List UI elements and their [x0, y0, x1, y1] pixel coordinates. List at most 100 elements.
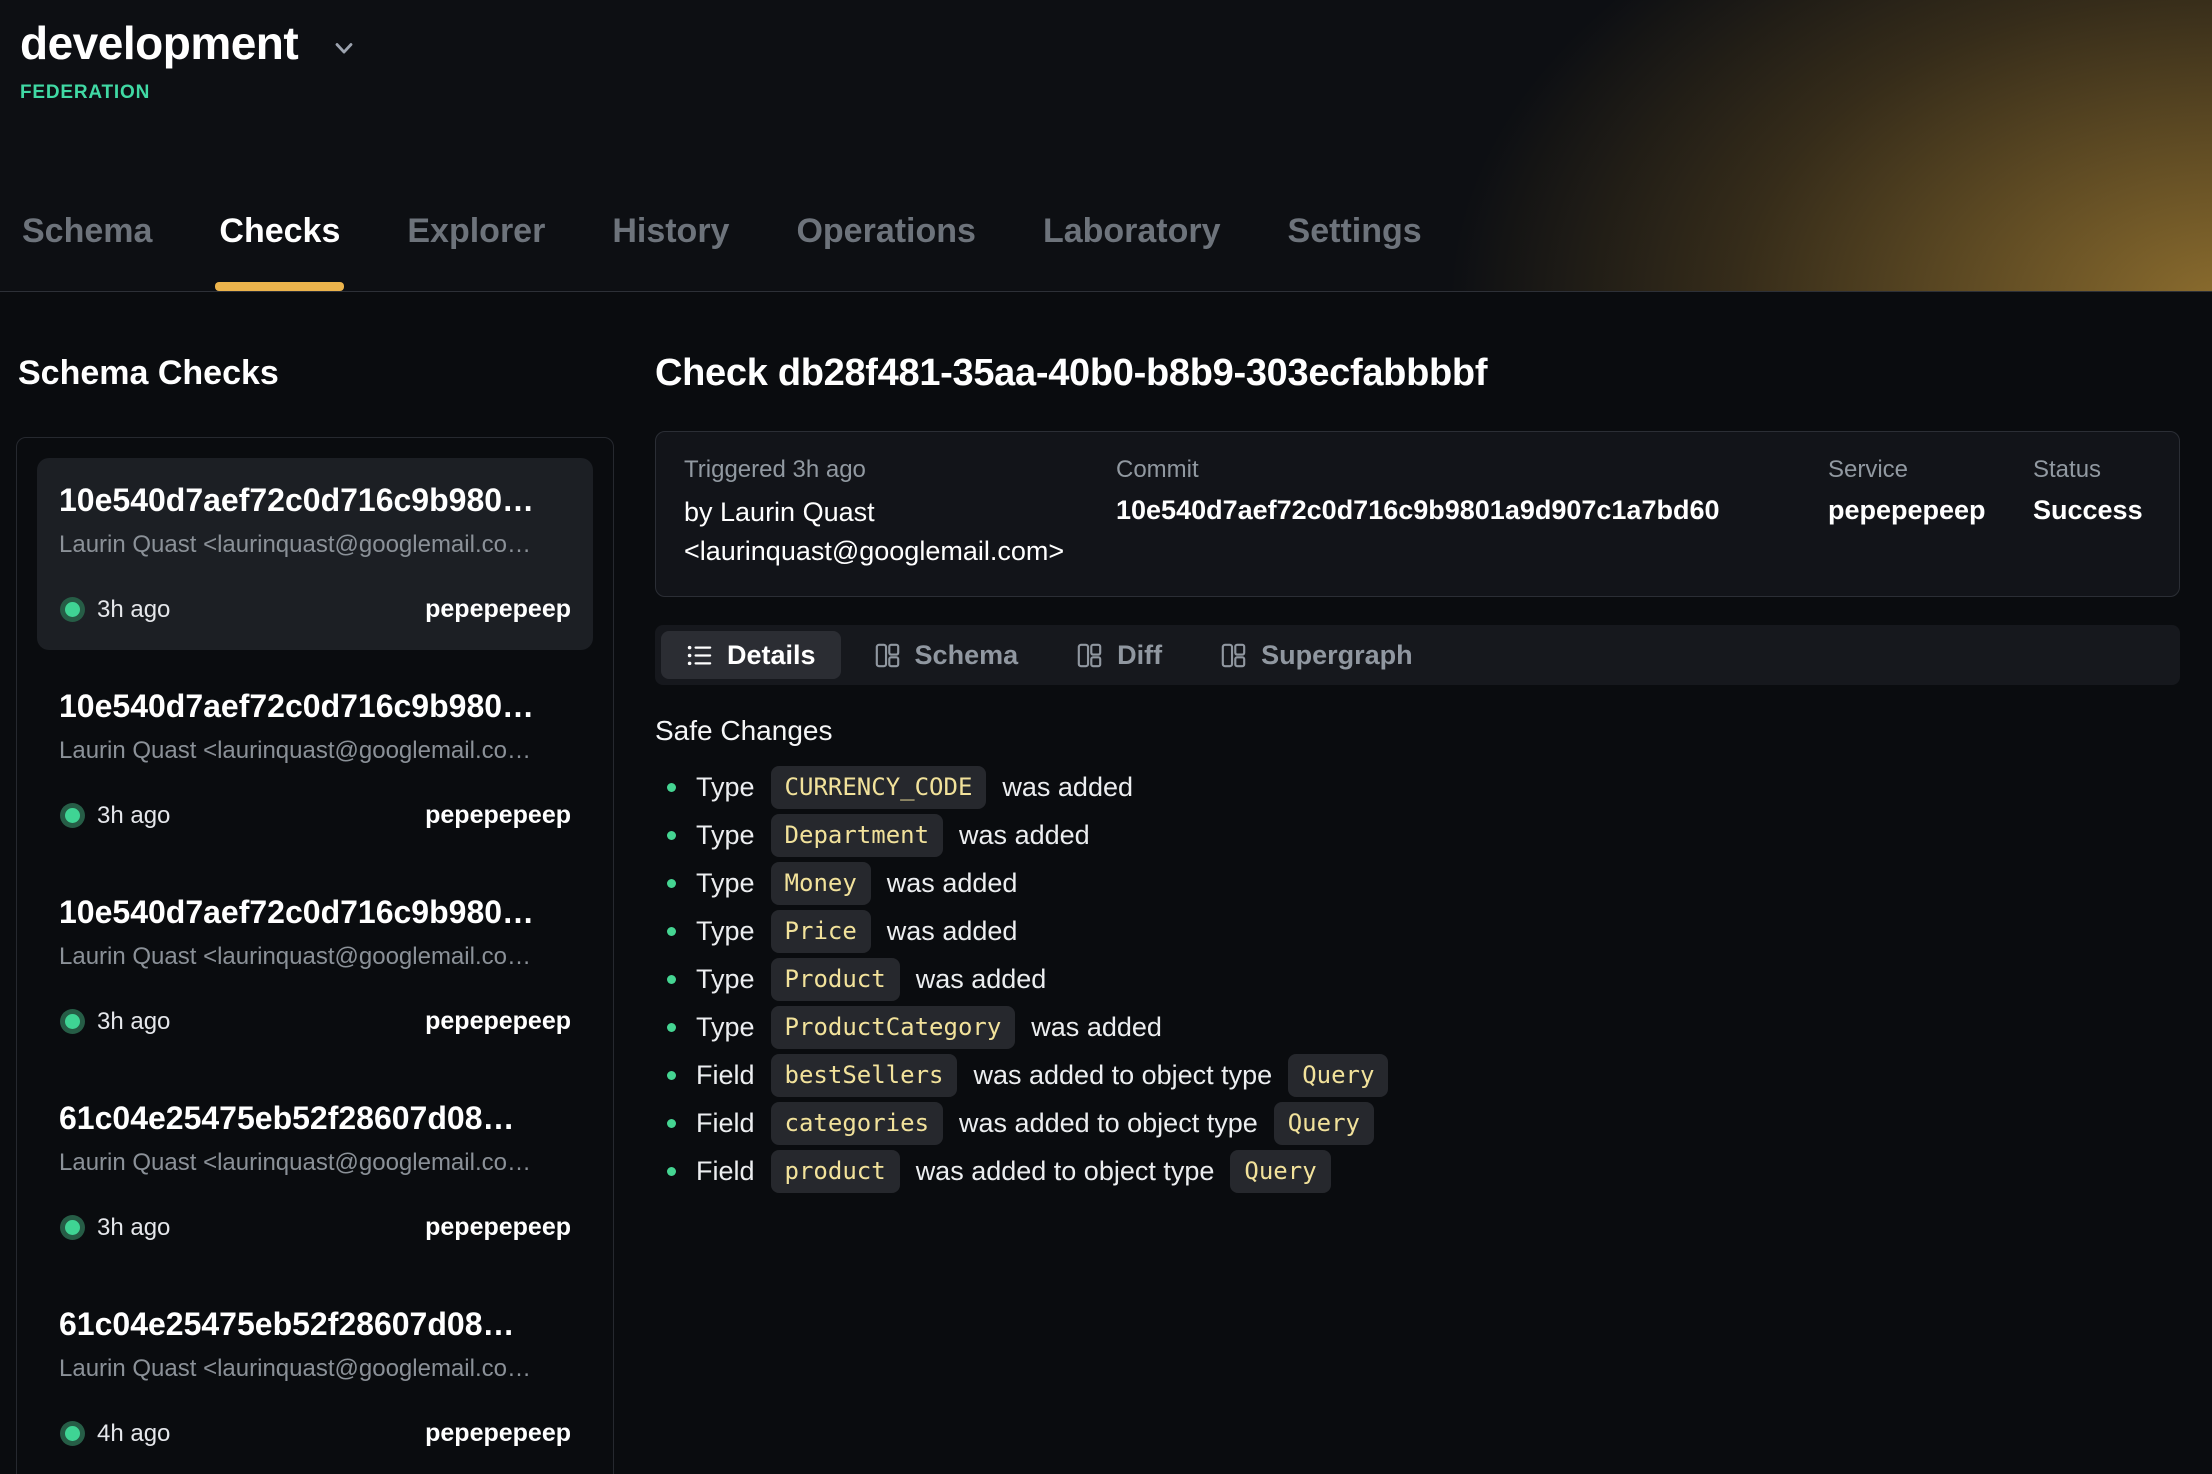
workspace-name[interactable]: development [20, 16, 298, 70]
change-code-target: Query [1230, 1150, 1330, 1193]
change-code: product [771, 1150, 900, 1193]
check-list-item-2[interactable]: 10e540d7aef72c0d716c9b980… Laurin Quast … [37, 664, 593, 856]
service-name: pepepepeep [1828, 492, 2033, 529]
tab-label: Details [727, 640, 816, 671]
change-row: Type CURRENCY_CODE was added [655, 763, 2180, 811]
bullet-icon [667, 975, 676, 984]
change-kind: Type [696, 868, 755, 899]
check-list-item-5[interactable]: 61c04e25475eb52f28607d08… Laurin Quast <… [37, 1282, 593, 1474]
tab-details[interactable]: Details [661, 631, 841, 679]
status-dot-icon [65, 1014, 80, 1029]
change-row: Type Price was added [655, 907, 2180, 955]
change-kind: Type [696, 820, 755, 851]
check-list-item-1[interactable]: 10e540d7aef72c0d716c9b980… Laurin Quast … [37, 458, 593, 650]
change-row: Type ProductCategory was added [655, 1003, 2180, 1051]
tab-label: Diff [1117, 640, 1162, 671]
change-code: Department [771, 814, 944, 857]
change-text: was added to object type [916, 1156, 1215, 1187]
tab-laboratory[interactable]: Laboratory [1041, 212, 1223, 291]
change-text: was added to object type [959, 1108, 1258, 1139]
service-label: Service [1828, 456, 2033, 484]
columns-icon [874, 642, 901, 669]
tab-history[interactable]: History [610, 212, 731, 291]
check-item-time: 3h ago [97, 802, 170, 830]
check-item-service: pepepepeep [425, 1007, 571, 1036]
change-row: Field bestSellers was added to object ty… [655, 1051, 2180, 1099]
checks-sidebar: Schema Checks 10e540d7aef72c0d716c9b980…… [0, 292, 614, 1474]
sidebar-title: Schema Checks [18, 354, 614, 393]
change-kind: Type [696, 1012, 755, 1043]
change-row: Field categories was added to object typ… [655, 1099, 2180, 1147]
change-code: Product [771, 958, 900, 1001]
change-kind: Type [696, 916, 755, 947]
change-kind: Type [696, 772, 755, 803]
commit-hash: 10e540d7aef72c0d716c9b9801a9d907c1a7bd60 [1116, 492, 1828, 529]
check-item-time: 3h ago [97, 596, 170, 624]
tab-supergraph-view[interactable]: Supergraph [1195, 631, 1438, 679]
tab-checks[interactable]: Checks [217, 212, 342, 291]
change-code: CURRENCY_CODE [771, 766, 987, 809]
check-item-service: pepepepeep [425, 1419, 571, 1448]
change-text: was added [916, 964, 1047, 995]
check-item-service: pepepepeep [425, 801, 571, 830]
check-list-item-3[interactable]: 10e540d7aef72c0d716c9b980… Laurin Quast … [37, 870, 593, 1062]
tab-operations[interactable]: Operations [794, 212, 977, 291]
chevron-down-icon[interactable] [330, 34, 358, 62]
check-title: Check db28f481-35aa-40b0-b8b9-303ecfabbb… [655, 352, 2180, 395]
change-row: Type Department was added [655, 811, 2180, 859]
change-code-target: Query [1288, 1054, 1388, 1097]
tab-schema[interactable]: Schema [20, 212, 154, 291]
tab-label: Schema [915, 640, 1019, 671]
page: development FEDERATION Schema Checks Exp… [0, 0, 2212, 1474]
change-code: categories [771, 1102, 944, 1145]
status-dot-icon [65, 1426, 80, 1441]
change-row: Type Money was added [655, 859, 2180, 907]
tab-settings[interactable]: Settings [1286, 212, 1424, 291]
change-text: was added [1031, 1012, 1162, 1043]
columns-icon [1076, 642, 1103, 669]
change-kind: Type [696, 964, 755, 995]
change-row: Type Product was added [655, 955, 2180, 1003]
change-code: bestSellers [771, 1054, 958, 1097]
status-dot-icon [65, 1220, 80, 1235]
tab-label: Supergraph [1261, 640, 1413, 671]
bullet-icon [667, 927, 676, 936]
status-value: Success [2033, 492, 2151, 529]
safe-changes-list: Type CURRENCY_CODE was added Type Depart… [655, 763, 2180, 1195]
bullet-icon [667, 1167, 676, 1176]
change-kind: Field [696, 1060, 755, 1091]
bullet-icon [667, 1119, 676, 1128]
bullet-icon [667, 1023, 676, 1032]
tab-schema-view[interactable]: Schema [849, 631, 1044, 679]
change-code: ProductCategory [771, 1006, 1016, 1049]
check-view-tabs: Details Schema Diff [655, 625, 2180, 685]
check-item-author: Laurin Quast <laurinquast@googlemail.co… [59, 1149, 571, 1177]
check-item-title: 10e540d7aef72c0d716c9b980… [59, 482, 571, 519]
check-item-author: Laurin Quast <laurinquast@googlemail.co… [59, 943, 571, 971]
header: development FEDERATION Schema Checks Exp… [0, 0, 2212, 292]
check-list-item-4[interactable]: 61c04e25475eb52f28607d08… Laurin Quast <… [37, 1076, 593, 1268]
change-code: Price [771, 910, 871, 953]
status-dot-icon [65, 602, 80, 617]
triggered-email: <laurinquast@googlemail.com> [684, 533, 1116, 570]
change-text: was added [887, 868, 1018, 899]
change-row: Field product was added to object type Q… [655, 1147, 2180, 1195]
check-item-title: 61c04e25475eb52f28607d08… [59, 1100, 571, 1137]
change-code-target: Query [1274, 1102, 1374, 1145]
tab-diff-view[interactable]: Diff [1051, 631, 1187, 679]
check-item-author: Laurin Quast <laurinquast@googlemail.co… [59, 1355, 571, 1383]
safe-changes-title: Safe Changes [655, 715, 2180, 747]
commit-label: Commit [1116, 456, 1828, 484]
check-list: 10e540d7aef72c0d716c9b980… Laurin Quast … [16, 437, 614, 1474]
columns-icon [1220, 642, 1247, 669]
change-kind: Field [696, 1108, 755, 1139]
status-dot-icon [65, 808, 80, 823]
bullet-icon [667, 1071, 676, 1080]
tab-explorer[interactable]: Explorer [405, 212, 547, 291]
bullet-icon [667, 831, 676, 840]
bullet-icon [667, 783, 676, 792]
change-code: Money [771, 862, 871, 905]
check-item-service: pepepepeep [425, 1213, 571, 1242]
bullet-icon [667, 879, 676, 888]
check-item-service: pepepepeep [425, 595, 571, 624]
